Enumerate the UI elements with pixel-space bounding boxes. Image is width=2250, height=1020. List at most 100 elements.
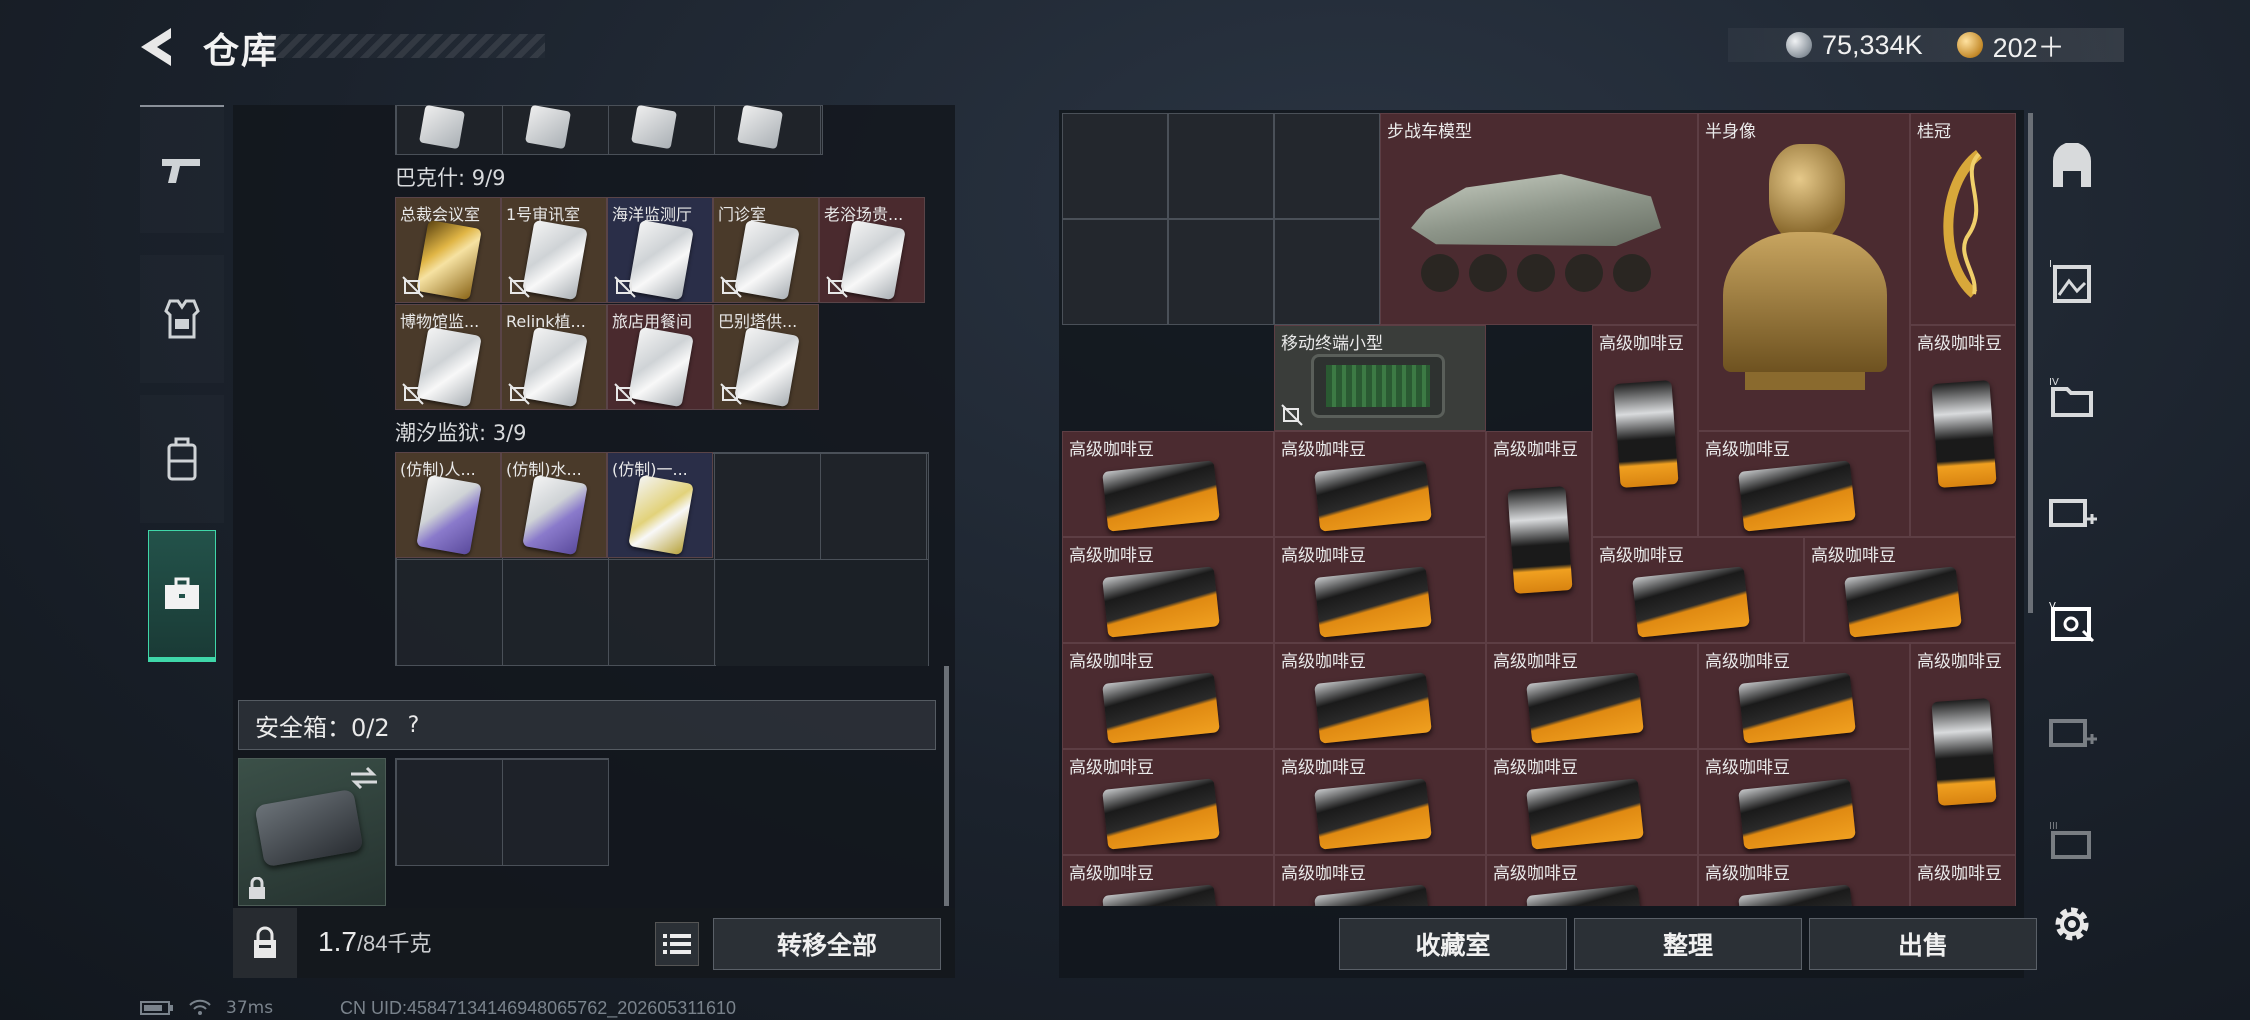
item-name: 桂冠 <box>1917 122 1951 142</box>
transfer-all-button[interactable]: 转移全部 <box>713 918 941 970</box>
item-premium-coffee-beans[interactable]: 高级咖啡豆 <box>1062 431 1274 537</box>
item-premium-coffee-beans[interactable]: 高级咖啡豆 <box>1698 749 1910 855</box>
item-premium-coffee-beans[interactable]: 高级咖啡豆 <box>1486 431 1592 643</box>
right-scrollbar[interactable] <box>2028 113 2033 613</box>
item-mobile-terminal[interactable]: 移动终端小型 <box>1274 325 1486 431</box>
keycard-item[interactable]: 总裁会议室 <box>395 197 501 303</box>
swap-icon[interactable] <box>349 765 379 791</box>
tab-armor[interactable] <box>140 255 224 383</box>
item-premium-coffee-beans[interactable]: 高级咖啡豆 <box>1486 643 1698 749</box>
item-premium-coffee-beans[interactable]: 高级咖啡豆 <box>1486 749 1698 855</box>
keycard-icon <box>419 104 465 150</box>
item-premium-coffee-beans[interactable]: 高级咖啡豆 <box>1486 855 1698 906</box>
keycard-item[interactable]: 巴别塔供... <box>713 304 819 410</box>
keycard-item[interactable]: 门诊室 <box>713 197 819 303</box>
item-name: 半身像 <box>1705 122 1756 142</box>
bust-base <box>1745 372 1865 390</box>
item-name: 高级咖啡豆 <box>1493 440 1578 460</box>
item-premium-coffee-beans[interactable]: 高级咖啡豆 <box>1910 325 2016 537</box>
keycard-icon <box>631 104 677 150</box>
empty-cell[interactable] <box>1274 113 1380 219</box>
keycard-item[interactable]: 博物馆监... <box>395 304 501 410</box>
tab-backpack[interactable] <box>140 395 224 523</box>
grid-blocked-area <box>716 560 928 666</box>
item-premium-coffee-beans[interactable]: 高级咖啡豆 <box>1910 855 2016 906</box>
coffee-bag-icon <box>1314 884 1432 906</box>
item-premium-coffee-beans[interactable]: 高级咖啡豆 <box>1062 537 1274 643</box>
sort-button[interactable]: 整理 <box>1574 918 1802 970</box>
item-premium-coffee-beans[interactable]: 高级咖啡豆 <box>1274 431 1486 537</box>
keycard-icon <box>734 219 800 301</box>
keycard-icon <box>416 326 482 408</box>
laurel-icon <box>1943 150 1983 298</box>
keycard-item[interactable]: 1号审讯室 <box>501 197 607 303</box>
item-name: 高级咖啡豆 <box>1811 546 1896 566</box>
keycard-item[interactable]: (仿制)人... <box>395 452 501 558</box>
item-premium-coffee-beans[interactable]: 高级咖啡豆 <box>1698 431 1910 537</box>
no-link-icon <box>720 383 742 405</box>
keycard-item[interactable]: 旅店用餐间 <box>607 304 713 410</box>
tab-weapons[interactable] <box>140 105 224 233</box>
item-name: 高级咖啡豆 <box>1917 864 2002 884</box>
storage-category-4[interactable]: IV <box>2040 366 2104 430</box>
safe-case-icon <box>254 788 364 868</box>
keycard-item[interactable]: (仿制)水... <box>501 452 607 558</box>
item-premium-coffee-beans[interactable]: 高级咖啡豆 <box>1592 325 1698 537</box>
list-view-button[interactable] <box>655 922 699 966</box>
storage-category-all[interactable] <box>2040 136 2104 200</box>
collection-room-button[interactable]: 收藏室 <box>1339 918 1567 970</box>
coffee-bag-icon <box>1314 566 1432 638</box>
item-ifv-model[interactable]: 步战车模型 <box>1380 113 1698 325</box>
item-bust[interactable]: 半身像 <box>1698 113 1910 431</box>
back-button[interactable] <box>135 22 185 72</box>
tab-storage[interactable] <box>148 530 216 662</box>
empty-cell[interactable] <box>1168 219 1274 325</box>
keycard-icon <box>416 219 482 301</box>
safebox-slots[interactable] <box>395 758 609 866</box>
keycard-icon <box>734 326 800 408</box>
tidal-prison-keycards: (仿制)人... (仿制)水... (仿制)一... <box>395 452 715 560</box>
item-premium-coffee-beans[interactable]: 高级咖啡豆 <box>1062 749 1274 855</box>
empty-cell[interactable] <box>1062 113 1168 219</box>
item-premium-coffee-beans[interactable]: 高级咖啡豆 <box>1062 643 1274 749</box>
add-storage-button-2[interactable] <box>2040 700 2104 764</box>
coffee-bag-icon <box>1314 778 1432 850</box>
no-link-icon <box>1281 404 1303 426</box>
help-icon[interactable]: ? <box>408 713 420 738</box>
left-scrollbar[interactable] <box>944 666 949 906</box>
empty-cell[interactable] <box>1274 219 1380 325</box>
item-premium-coffee-beans[interactable]: 高级咖啡豆 <box>1274 537 1486 643</box>
item-name: 高级咖啡豆 <box>1069 758 1154 778</box>
item-premium-coffee-beans[interactable]: 高级咖啡豆 <box>1274 749 1486 855</box>
storage-category-1[interactable]: I <box>2040 250 2104 314</box>
bakshi-keycard-grid: 总裁会议室 1号审讯室 海洋监测厅 门诊室 老浴场贵... 博物馆监... Relink植.… <box>395 197 927 411</box>
item-premium-coffee-beans[interactable]: 高级咖啡豆 <box>1274 643 1486 749</box>
keycard-icon <box>628 326 694 408</box>
keycard-item[interactable]: 老浴场贵... <box>819 197 925 303</box>
item-premium-coffee-beans[interactable]: 高级咖啡豆 <box>1804 537 2016 643</box>
item-premium-coffee-beans[interactable]: 高级咖啡豆 <box>1062 855 1274 906</box>
lock-toggle[interactable] <box>233 908 297 978</box>
currency-bar: 75,334K 202＋ <box>1728 26 2124 65</box>
item-laurel[interactable]: 桂冠 <box>1910 113 2016 325</box>
empty-cell[interactable] <box>1168 113 1274 219</box>
settings-button[interactable] <box>2040 892 2104 956</box>
keycard-item[interactable]: (仿制)一... <box>607 452 713 558</box>
keycard-item[interactable]: Relink植... <box>501 304 607 410</box>
sell-button[interactable]: 出售 <box>1809 918 2037 970</box>
empty-cell[interactable] <box>1062 219 1168 325</box>
item-premium-coffee-beans[interactable]: 高级咖啡豆 <box>1698 855 1910 906</box>
keycard-item[interactable]: 海洋监测厅 <box>607 197 713 303</box>
coffee-bag-icon <box>1526 778 1644 850</box>
item-premium-coffee-beans[interactable]: 高级咖啡豆 <box>1274 855 1486 906</box>
item-premium-coffee-beans[interactable]: 高级咖啡豆 <box>1592 537 1804 643</box>
item-premium-coffee-beans[interactable]: 高级咖啡豆 <box>1698 643 1910 749</box>
add-storage-button[interactable] <box>2040 480 2104 544</box>
gold-currency-value[interactable]: 202＋ <box>1993 26 2065 65</box>
storage-category-3[interactable]: III <box>2040 810 2104 874</box>
keycard-icon <box>840 219 906 301</box>
item-premium-coffee-beans[interactable]: 高级咖啡豆 <box>1910 643 2016 855</box>
coffee-bag-icon <box>1102 778 1220 850</box>
safe-case-slot[interactable] <box>238 758 386 906</box>
storage-category-5[interactable]: V <box>2040 590 2104 654</box>
